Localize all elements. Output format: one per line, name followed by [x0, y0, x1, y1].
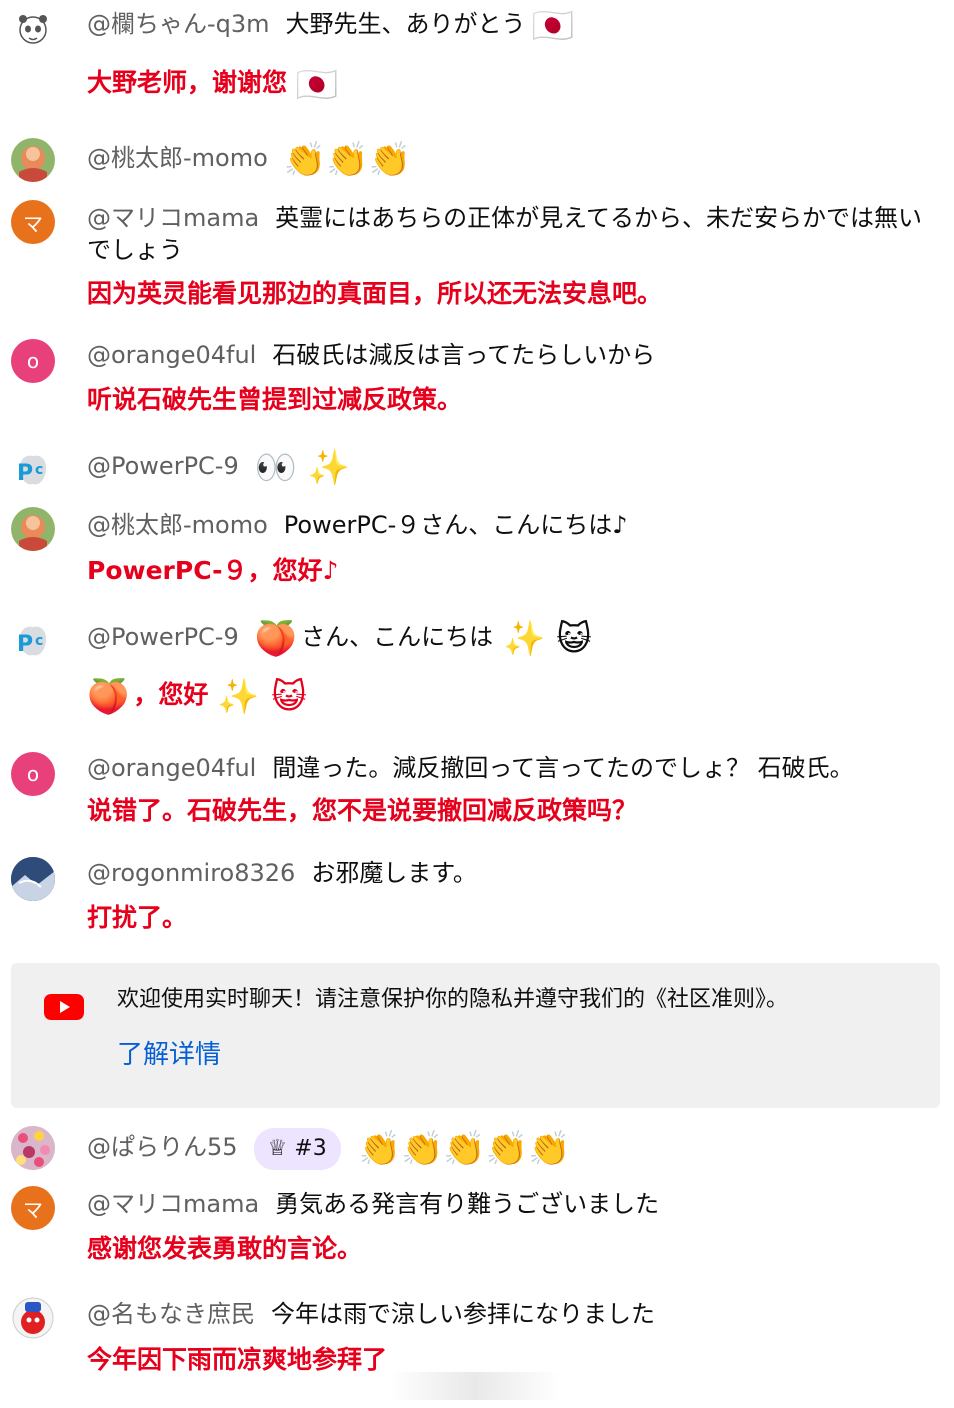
- avatar[interactable]: [11, 1296, 55, 1340]
- avatar[interactable]: o: [11, 339, 55, 383]
- author-name[interactable]: @rogonmiro8326: [87, 859, 295, 887]
- avatar[interactable]: P c: [11, 617, 55, 661]
- avatar[interactable]: [11, 507, 55, 551]
- sparkles-cat-icon: ✨ 😺: [217, 677, 307, 717]
- author-name[interactable]: @名もなき庶民: [87, 1300, 255, 1328]
- powerpc-logo-icon: P c: [17, 626, 47, 657]
- message-line: @PowerPC-9 🍑 さん、こんにちは ✨ 😺: [87, 621, 926, 656]
- author-name[interactable]: @ぱらりん55: [87, 1133, 238, 1161]
- flowers-avatar-icon: [11, 1126, 55, 1170]
- svg-text:P: P: [17, 632, 33, 657]
- message-line: @orange04ful 石破氏は減反は言ってたらしいから: [87, 339, 926, 371]
- author-name[interactable]: @欄ちゃん-q3m: [87, 10, 270, 38]
- character-avatar-icon: [12, 1297, 54, 1339]
- translation-text: 因为英灵能看见那边的真面目，所以还无法安息吧。: [87, 279, 663, 308]
- message-line: @名もなき庶民 今年は雨で涼しい参拝になりました: [87, 1298, 926, 1330]
- message-line: @orange04ful 間違った。減反撤回って言ってたのでしょ？ 石破氏。: [87, 752, 926, 784]
- message-text: 今年は雨で涼しい参拝になりました: [271, 1300, 655, 1328]
- watermark-overlay: [390, 1372, 560, 1400]
- author-name[interactable]: @orange04ful: [87, 754, 256, 782]
- author-name[interactable]: @マリコmama: [87, 204, 259, 232]
- message-line: @マリコmama 英霊にはあちらの正体が見えてるから、未だ安らかでは無いでしょう: [87, 202, 926, 266]
- message-line: @欄ちゃん-q3m 大野先生、ありがとう 🇯🇵: [87, 8, 926, 43]
- message-line: @桃太郎-momo PowerPC-９さん、こんにちは♪: [87, 509, 926, 541]
- avatar[interactable]: マ: [11, 1186, 55, 1230]
- translation-text: 打扰了。: [87, 903, 188, 932]
- powerpc-logo-icon: P c: [17, 455, 47, 486]
- message-text: 勇気ある発言有り難うございました: [275, 1190, 660, 1218]
- clapping-hands-icon: 👏👏👏👏👏: [358, 1129, 571, 1169]
- chat-welcome-banner: 欢迎使用实时聊天！请注意保护你的隐私并遵守我们的《社区准则》。 了解详情: [11, 963, 940, 1108]
- message-text: さん、こんにちは: [301, 623, 494, 651]
- banner-text: 欢迎使用实时聊天！请注意保护你的隐私并遵守我们的《社区准则》。: [117, 987, 789, 1012]
- author-name[interactable]: @桃太郎-momo: [87, 511, 268, 539]
- translation-text: 感谢您发表勇敢的言论。: [87, 1234, 363, 1263]
- message-text: お邪魔します。: [311, 859, 477, 887]
- japan-flag-icon: 🇯🇵: [531, 6, 574, 46]
- message-line: @rogonmiro8326 お邪魔します。: [87, 857, 926, 889]
- avatar[interactable]: マ: [11, 200, 55, 244]
- svg-text:c: c: [35, 633, 43, 649]
- avatar-letter: o: [26, 349, 40, 373]
- avatar[interactable]: [11, 8, 55, 52]
- peach-icon: 🍑: [254, 619, 298, 659]
- message-line: @ぱらりん55 ♕ #3 👏👏👏👏👏: [87, 1126, 926, 1170]
- svg-text:c: c: [35, 462, 43, 478]
- rank-label: #3: [294, 1136, 327, 1161]
- author-name[interactable]: @PowerPC-9: [87, 623, 239, 651]
- translation-text: 🍑 ，您好 ✨ 😺: [87, 679, 926, 714]
- clapping-hands-icon: 👏👏👏: [283, 140, 411, 180]
- momotaro-avatar-icon: [11, 507, 55, 551]
- landscape-avatar-icon: [11, 857, 55, 901]
- live-chat: @欄ちゃん-q3m 大野先生、ありがとう 🇯🇵 大野老师，谢谢您 🇯🇵 @桃太郎-m…: [0, 0, 954, 1408]
- translation-label: 大野老师，谢谢您: [87, 68, 288, 97]
- avatar[interactable]: [11, 1126, 55, 1170]
- crown-icon: ♕: [267, 1136, 295, 1161]
- avatar[interactable]: [11, 857, 55, 901]
- message-line: @PowerPC-9 👀 ✨: [87, 450, 926, 485]
- author-name[interactable]: @桃太郎-momo: [87, 144, 268, 172]
- youtube-icon: [44, 994, 84, 1020]
- momotaro-avatar-icon: [11, 138, 55, 182]
- author-name[interactable]: @PowerPC-9: [87, 452, 239, 480]
- rank-badge: ♕ #3: [253, 1128, 341, 1170]
- message-line: @マリコmama 勇気ある発言有り難うございました: [87, 1188, 926, 1220]
- svg-text:P: P: [17, 461, 33, 486]
- message-text: 間違った。減反撤回って言ってたのでしょ？ 石破氏。: [272, 754, 854, 782]
- message-text: 大野先生、ありがとう: [285, 10, 526, 38]
- avatar-letter: マ: [23, 211, 43, 236]
- message-text: PowerPC-９さん、こんにちは♪: [283, 511, 628, 539]
- translation-text: 听说石破先生曾提到过减反政策。: [87, 385, 463, 414]
- translation-label: ，您好: [133, 680, 209, 709]
- translation-text: 大野老师，谢谢您 🇯🇵: [87, 67, 926, 102]
- japan-flag-icon: 🇯🇵: [295, 65, 339, 105]
- translation-text: 说错了。石破先生，您不是说要撤回减反政策吗？: [87, 796, 638, 825]
- author-name[interactable]: @マリコmama: [87, 1190, 259, 1218]
- message-line: @桃太郎-momo 👏👏👏: [87, 142, 926, 177]
- avatar[interactable]: [11, 138, 55, 182]
- avatar-letter: マ: [23, 1197, 43, 1222]
- panda-avatar-icon: [19, 15, 47, 44]
- message-text: 石破氏は減反は言ってたらしいから: [272, 341, 656, 369]
- eyes-sparkles-icon: 👀 ✨: [254, 448, 351, 488]
- peach-icon: 🍑: [87, 677, 130, 717]
- avatar[interactable]: P c: [11, 446, 55, 490]
- avatar-letter: o: [26, 762, 40, 786]
- translation-text: PowerPC-９，您好♪: [87, 556, 339, 585]
- learn-more-link[interactable]: 了解详情: [117, 1038, 221, 1072]
- author-name[interactable]: @orange04ful: [87, 341, 256, 369]
- avatar[interactable]: o: [11, 752, 55, 796]
- sparkles-cat-icon: ✨ 😺: [503, 619, 592, 659]
